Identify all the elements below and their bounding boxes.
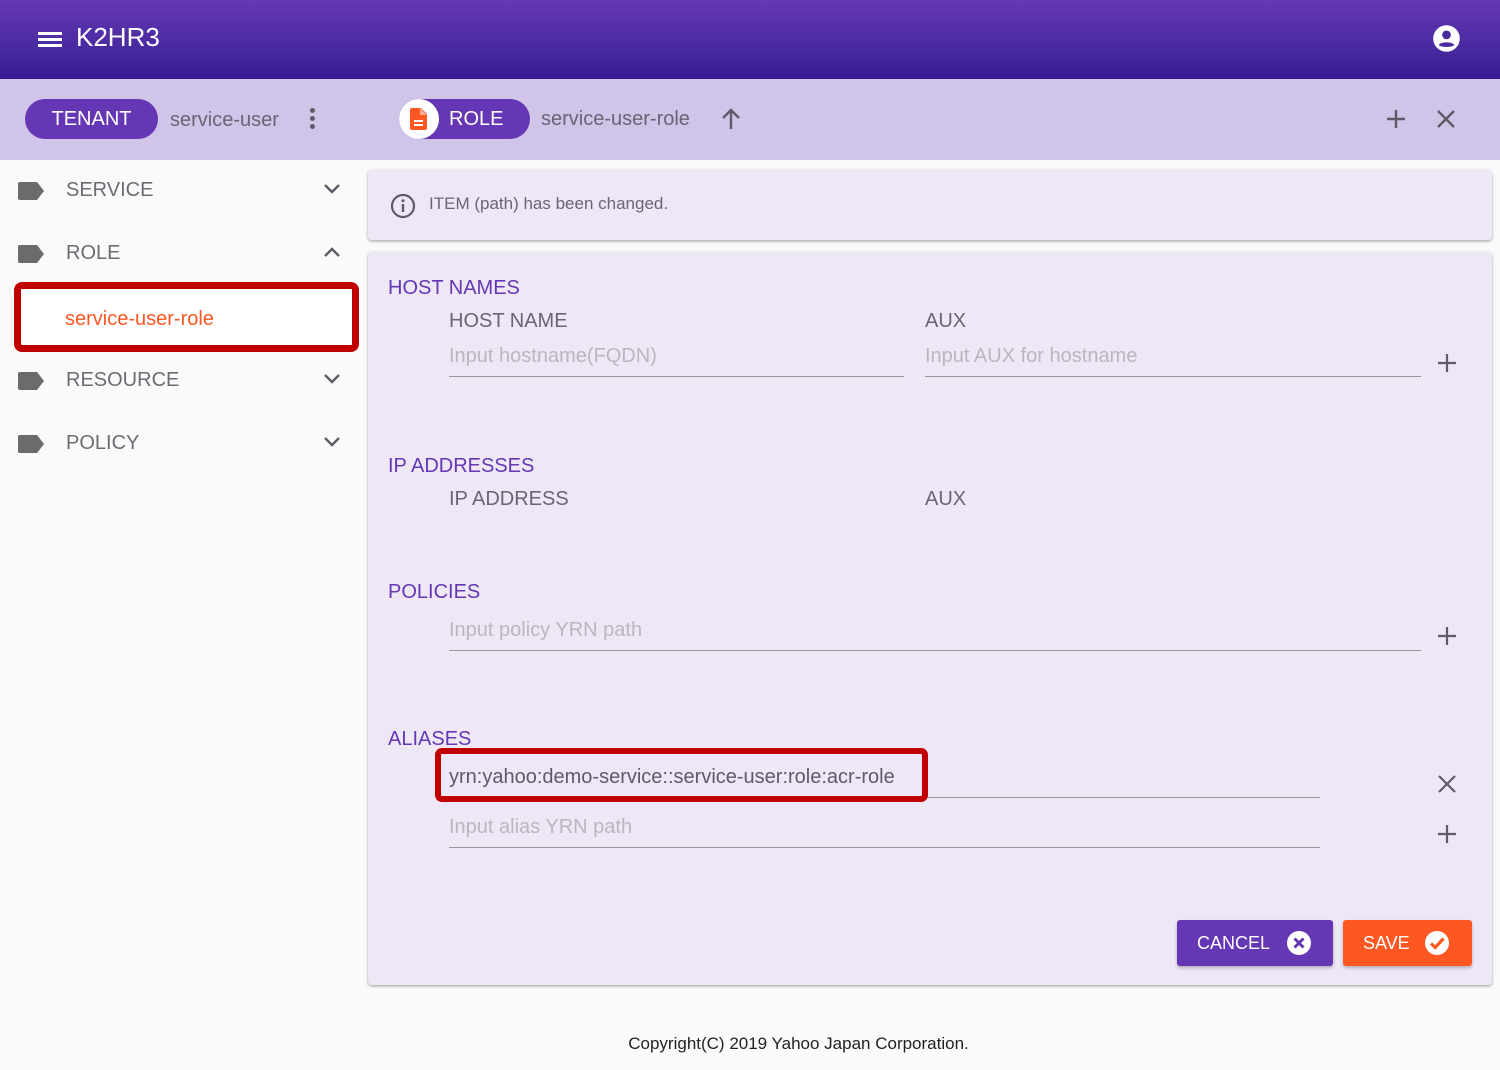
menu-icon[interactable]: [38, 30, 62, 48]
section-title-ip-addresses: IP ADDRESSES: [388, 455, 535, 477]
hostname-aux-input[interactable]: [925, 337, 1421, 376]
account-circle-icon[interactable]: [1432, 24, 1461, 53]
new-alias-field[interactable]: [449, 808, 1320, 848]
label-icon: [18, 372, 44, 390]
label-icon: [18, 245, 44, 263]
label-icon: [18, 182, 44, 200]
info-message: ITEM (path) has been changed.: [429, 194, 669, 213]
info-icon: [390, 193, 416, 219]
sidebar-subitem-service-user-role[interactable]: service-user-role: [14, 282, 359, 352]
new-alias-input[interactable]: [449, 808, 1320, 847]
sidebar: SERVICE ROLE service-user-role RESOURCE …: [0, 160, 368, 1020]
remove-alias-close-icon[interactable]: [1437, 774, 1457, 794]
hostname-aux-field[interactable]: [925, 337, 1421, 377]
sidebar-item-resource[interactable]: RESOURCE: [0, 350, 368, 410]
label-icon: [18, 435, 44, 453]
tenant-chip-label: TENANT: [51, 107, 132, 130]
sidebar-item-policy[interactable]: POLICY: [0, 413, 368, 473]
section-title-policies: POLICIES: [388, 581, 481, 603]
role-chip[interactable]: ROLE: [399, 99, 530, 139]
alias-field[interactable]: [449, 758, 1320, 798]
column-label-ip-address: IP ADDRESS: [449, 488, 569, 510]
tenant-chip[interactable]: TENANT: [25, 99, 158, 139]
column-label-aux: AUX: [925, 310, 967, 332]
column-label-aux: AUX: [925, 488, 967, 510]
sidebar-subitem-label: service-user-role: [65, 308, 214, 330]
alias-input[interactable]: [449, 758, 1320, 797]
section-title-host-names: HOST NAMES: [388, 277, 520, 299]
hostname-field[interactable]: [449, 337, 904, 377]
policy-input[interactable]: [449, 611, 1421, 650]
toolbar: TENANT service-user ROLE service-user-ro…: [0, 79, 1500, 160]
sidebar-item-role[interactable]: ROLE: [0, 223, 368, 283]
save-button-label: SAVE: [1363, 932, 1410, 953]
app-title: K2HR3: [76, 22, 160, 52]
sidebar-item-label: ROLE: [66, 242, 121, 264]
sidebar-item-label: POLICY: [66, 432, 140, 454]
cancel-button[interactable]: CANCEL: [1177, 920, 1333, 966]
document-icon: [410, 108, 427, 130]
save-button[interactable]: SAVE: [1343, 920, 1472, 966]
hostname-input[interactable]: [449, 337, 904, 376]
sidebar-item-service[interactable]: SERVICE: [0, 160, 368, 220]
more-vert-icon[interactable]: [305, 106, 319, 132]
policy-field[interactable]: [449, 611, 1421, 651]
cancel-circle-icon: [1287, 931, 1311, 955]
add-policy-plus-icon[interactable]: [1437, 626, 1457, 646]
role-edit-form: HOST NAMES HOST NAME AUX IP ADDRESSES IP…: [368, 252, 1492, 985]
sidebar-item-label: SERVICE: [66, 179, 154, 201]
check-circle-icon: [1425, 931, 1449, 955]
cancel-button-label: CANCEL: [1197, 932, 1271, 953]
plus-icon[interactable]: [1385, 108, 1407, 130]
chevron-down-icon[interactable]: [322, 435, 342, 449]
app-bar: K2HR3: [0, 0, 1500, 79]
chevron-down-icon[interactable]: [322, 372, 342, 386]
role-name: service-user-role: [541, 108, 690, 130]
info-message-card: ITEM (path) has been changed.: [368, 170, 1492, 240]
sidebar-item-label: RESOURCE: [66, 369, 180, 391]
role-chip-avatar: [399, 99, 439, 139]
tenant-name: service-user: [170, 109, 279, 131]
chevron-down-icon[interactable]: [322, 182, 342, 196]
add-hostname-plus-icon[interactable]: [1437, 353, 1457, 373]
arrow-up-icon[interactable]: [720, 108, 742, 130]
chevron-up-icon[interactable]: [322, 245, 342, 259]
add-alias-plus-icon[interactable]: [1437, 824, 1457, 844]
section-title-aliases: ALIASES: [388, 728, 472, 750]
footer-copyright: Copyright(C) 2019 Yahoo Japan Corporatio…: [628, 1034, 969, 1053]
role-chip-label: ROLE: [449, 107, 504, 130]
column-label-host-name: HOST NAME: [449, 310, 568, 332]
close-icon[interactable]: [1436, 109, 1456, 129]
